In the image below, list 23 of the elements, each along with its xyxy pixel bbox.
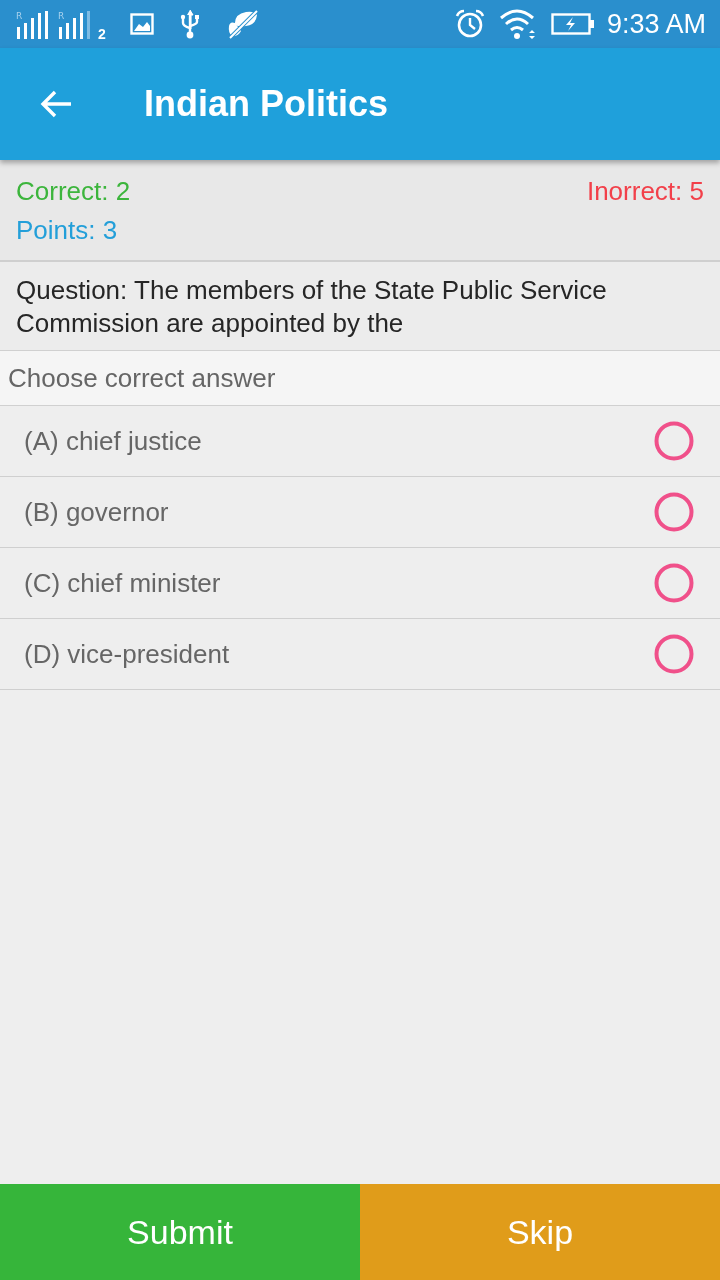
alarm-clock-icon	[454, 9, 485, 39]
usb-icon	[179, 9, 200, 39]
clock-time: 9:33 AM	[606, 8, 706, 40]
radio-button-icon[interactable]	[654, 563, 694, 603]
battery-charging-icon	[550, 13, 595, 35]
option-label: (A) chief justice	[24, 425, 202, 457]
option-label: (D) vice-president	[24, 638, 230, 670]
option-label: (C) chief minister	[24, 567, 221, 599]
submit-button[interactable]: Submit	[0, 1184, 360, 1280]
prompt-text: Choose correct answer	[8, 362, 276, 394]
image-icon	[129, 13, 154, 35]
screen-title: Indian Politics	[144, 83, 389, 125]
correct-count: Correct: 2	[16, 176, 131, 207]
question-text: Question: The members of the State Public Service Commission are appointed by the	[16, 274, 608, 340]
back-button[interactable]	[38, 88, 74, 120]
radio-button-icon[interactable]	[654, 634, 694, 674]
back-arrow-icon	[40, 90, 72, 118]
radio-button-icon[interactable]	[654, 421, 694, 461]
option-label: (B) governor	[24, 496, 169, 528]
incorrect-count: Inorrect: 5	[586, 176, 704, 207]
sim-number: 2	[98, 26, 106, 42]
radio-button-icon[interactable]	[654, 492, 694, 532]
points-count: Points: 3	[16, 215, 119, 246]
